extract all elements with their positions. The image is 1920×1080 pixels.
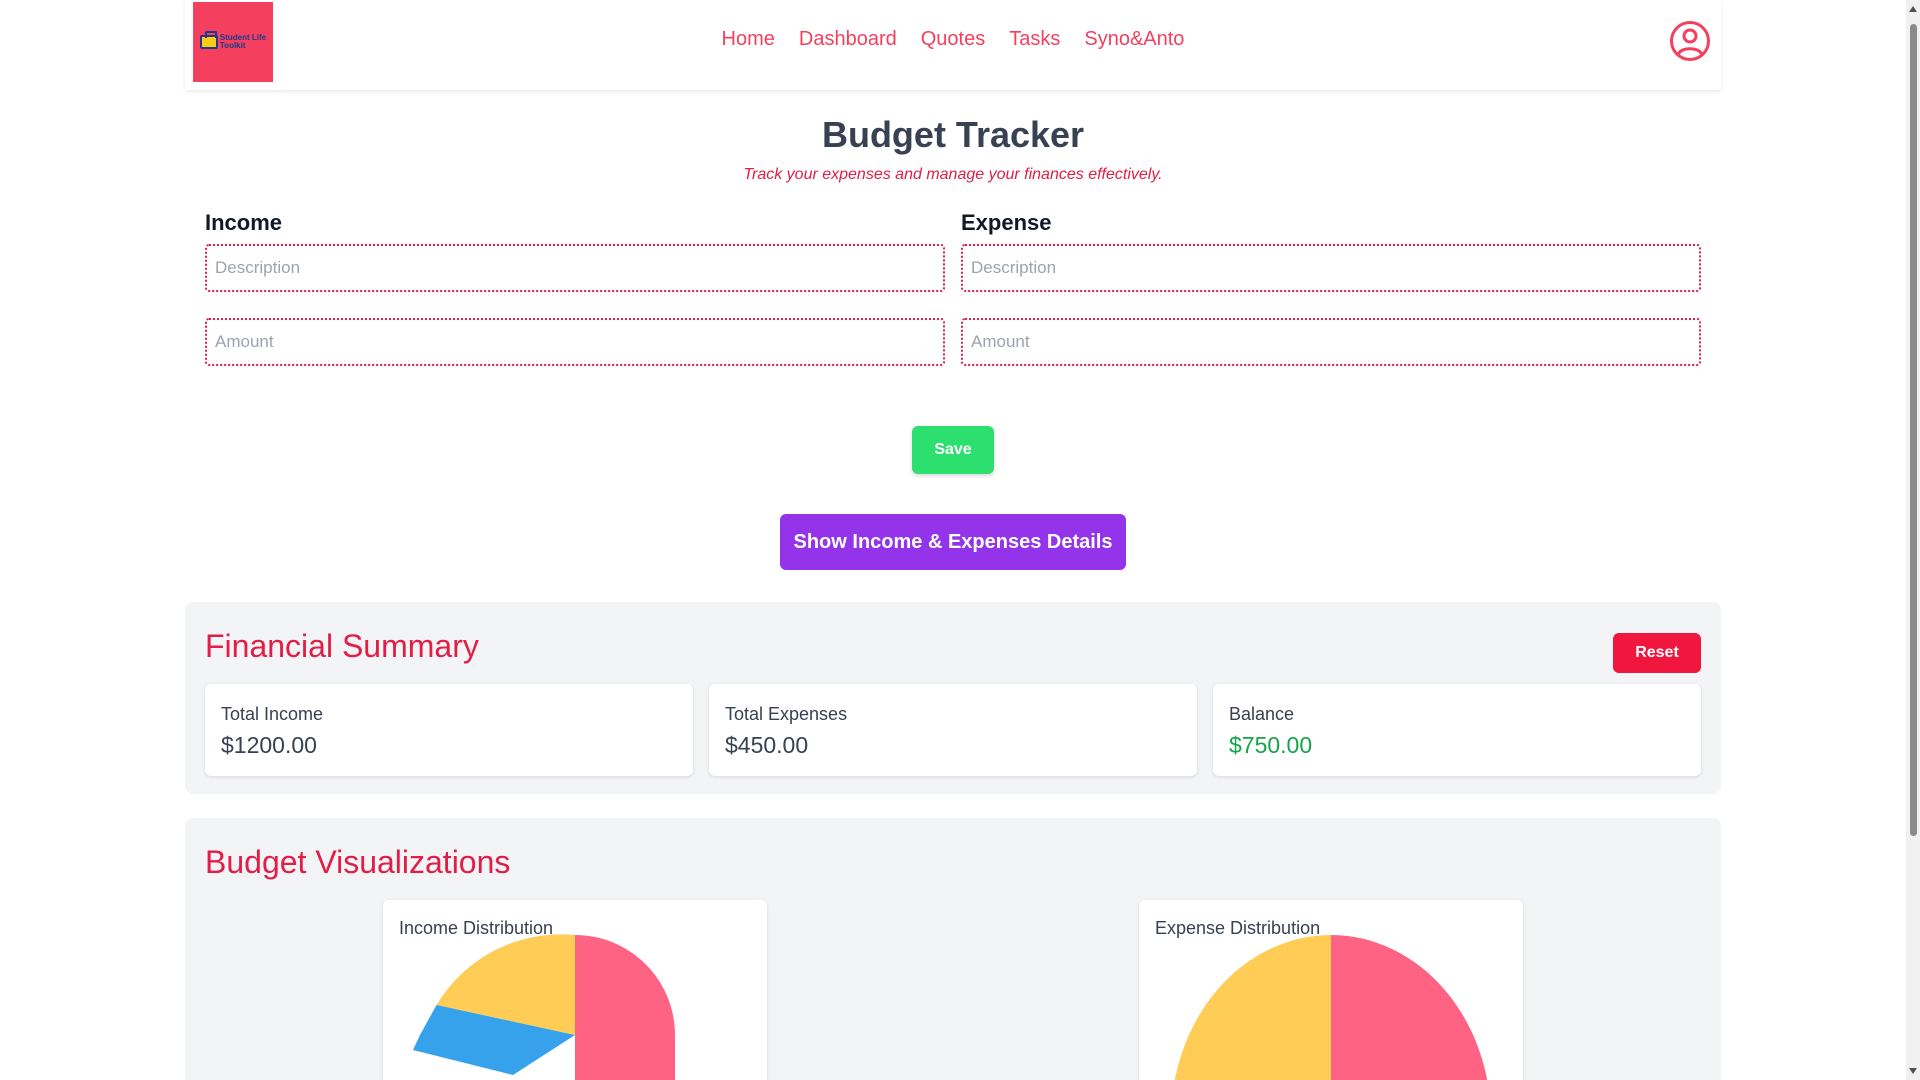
reset-button[interactable]: Reset — [1613, 633, 1701, 673]
budget-visualizations-panel: Budget Visualizations Income Distributio… — [185, 818, 1721, 1080]
total-income-card: Total Income $1200.00 — [205, 684, 693, 776]
nav-link-quotes[interactable]: Quotes — [921, 28, 985, 51]
nav-link-tasks[interactable]: Tasks — [1009, 28, 1060, 51]
scrollbar-thumb[interactable] — [1910, 24, 1917, 836]
expense-pie-slice-pink — [1331, 935, 1488, 1080]
income-chart-card: Income Distribution — [383, 900, 767, 1080]
show-details-wrap: Show Income & Expenses Details — [185, 514, 1721, 570]
income-description-input[interactable] — [205, 244, 945, 292]
nav-links: Home Dashboard Quotes Tasks Syno&Anto — [185, 28, 1721, 51]
financial-summary-title: Financial Summary — [205, 628, 479, 664]
balance-value: $750.00 — [1229, 732, 1313, 758]
user-circle-icon[interactable] — [1669, 20, 1711, 62]
expense-chart-title: Expense Distribution — [1155, 918, 1321, 938]
expense-heading: Expense — [961, 210, 1052, 235]
expense-form: Expense — [961, 210, 1701, 392]
nav-link-dashboard[interactable]: Dashboard — [799, 28, 897, 51]
income-pie-slice-pink — [575, 935, 675, 1080]
vertical-scrollbar[interactable] — [1906, 0, 1920, 1080]
expense-chart-card: Expense Distribution — [1139, 900, 1523, 1080]
total-expenses-card: Total Expenses $450.00 — [709, 684, 1197, 776]
balance-card: Balance $750.00 — [1213, 684, 1701, 776]
page: Student Life Toolkit Home Dashboard Quot… — [185, 0, 1721, 1080]
total-income-value: $1200.00 — [221, 732, 317, 758]
total-expenses-value: $450.00 — [725, 732, 809, 758]
total-income-label: Total Income — [221, 704, 324, 724]
financial-summary-panel: Financial Summary Reset Total Income $12… — [185, 602, 1721, 794]
income-amount-input[interactable] — [205, 318, 945, 366]
page-subtitle: Track your expenses and manage your fina… — [743, 166, 1163, 183]
expense-pie-slice-yellow — [1174, 935, 1331, 1080]
entry-forms: Income Expense — [185, 210, 1721, 390]
page-title: Budget Tracker — [821, 114, 1085, 155]
income-chart-title: Income Distribution — [399, 918, 554, 938]
budget-visualizations-title: Budget Visualizations — [205, 844, 511, 880]
navbar: Student Life Toolkit Home Dashboard Quot… — [185, 0, 1721, 90]
save-button[interactable]: Save — [912, 426, 994, 474]
nav-link-home[interactable]: Home — [722, 28, 775, 51]
nav-link-syno-anto[interactable]: Syno&Anto — [1084, 28, 1184, 51]
show-details-button[interactable]: Show Income & Expenses Details — [780, 514, 1126, 570]
expense-description-input[interactable] — [961, 244, 1701, 292]
save-wrap: Save — [185, 426, 1721, 474]
balance-label: Balance — [1229, 704, 1295, 724]
scroll-down-arrow-icon[interactable] — [1909, 1068, 1917, 1074]
scroll-up-arrow-icon[interactable] — [1909, 6, 1917, 12]
income-form: Income — [205, 210, 945, 392]
income-heading: Income — [205, 210, 283, 235]
expense-amount-input[interactable] — [961, 318, 1701, 366]
total-expenses-label: Total Expenses — [725, 704, 848, 724]
